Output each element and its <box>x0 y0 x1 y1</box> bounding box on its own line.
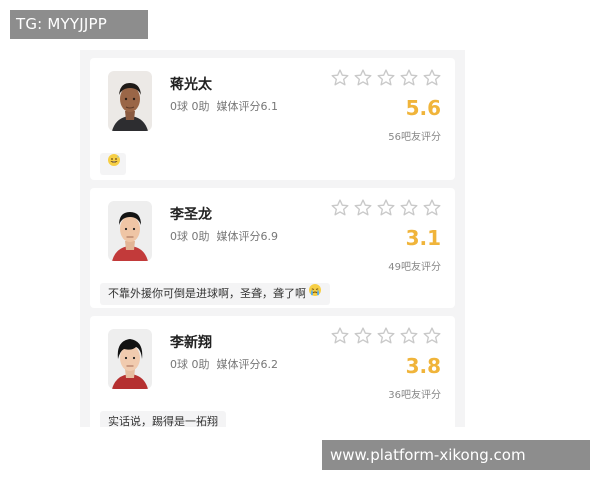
empty-star-icon[interactable] <box>399 198 419 218</box>
player-stats: 0球 0助 媒体评分6.2 <box>170 356 278 372</box>
top-comment[interactable] <box>100 153 126 175</box>
player-card[interactable]: 李新翔 0球 0助 媒体评分6.2 3.8 36吧友评分 实话说，踢得是一拓翔 <box>90 316 455 427</box>
empty-star-icon[interactable] <box>399 68 419 88</box>
empty-star-icon[interactable] <box>353 198 373 218</box>
watermark-bottom-right: www.platform-xikong.com <box>322 440 590 470</box>
watermark-top-left: TG: MYYJJPP <box>10 10 148 39</box>
comment-text: 不靠外援你可倒是进球啊，圣聋，聋了啊 <box>108 287 306 300</box>
player-card[interactable]: 蒋光太 0球 0助 媒体评分6.1 5.6 56吧友评分 <box>90 58 455 180</box>
empty-star-icon[interactable] <box>422 326 442 346</box>
player-card[interactable]: 李圣龙 0球 0助 媒体评分6.9 3.1 49吧友评分 不靠外援你可倒是进球啊… <box>90 188 455 308</box>
player-name: 李圣龙 <box>170 207 212 223</box>
crying-emoji-icon <box>308 283 322 305</box>
star-rating-input[interactable] <box>330 198 442 218</box>
star-rating-input[interactable] <box>330 326 442 346</box>
empty-star-icon[interactable] <box>330 326 350 346</box>
media-rating: 媒体评分6.9 <box>216 230 279 243</box>
empty-star-icon[interactable] <box>330 68 350 88</box>
media-rating: 媒体评分6.1 <box>216 100 279 113</box>
empty-star-icon[interactable] <box>376 68 396 88</box>
top-comment[interactable]: 不靠外援你可倒是进球啊，圣聋，聋了啊 <box>100 283 330 305</box>
empty-star-icon[interactable] <box>422 68 442 88</box>
avatar <box>108 201 152 261</box>
empty-star-icon[interactable] <box>422 198 442 218</box>
fan-rating-count: 49吧友评分 <box>388 262 441 273</box>
goals-assists: 0球 0助 <box>170 358 210 371</box>
empty-star-icon[interactable] <box>399 326 419 346</box>
player-stats: 0球 0助 媒体评分6.9 <box>170 228 278 244</box>
player-stats: 0球 0助 媒体评分6.1 <box>170 98 278 114</box>
avatar <box>108 329 152 389</box>
empty-star-icon[interactable] <box>353 326 373 346</box>
grinning-sweat-emoji-icon <box>107 153 121 175</box>
empty-star-icon[interactable] <box>376 326 396 346</box>
media-rating: 媒体评分6.2 <box>216 358 279 371</box>
fan-rating-count: 56吧友评分 <box>388 132 441 143</box>
top-comment[interactable]: 实话说，踢得是一拓翔 <box>100 411 226 427</box>
empty-star-icon[interactable] <box>353 68 373 88</box>
fan-score: 3.8 <box>405 354 441 378</box>
goals-assists: 0球 0助 <box>170 230 210 243</box>
player-name: 李新翔 <box>170 335 212 351</box>
player-rating-list: 蒋光太 0球 0助 媒体评分6.1 5.6 56吧友评分 李圣龙 0球 0助 媒… <box>80 50 465 427</box>
fan-score: 3.1 <box>405 226 441 250</box>
star-rating-input[interactable] <box>330 68 442 88</box>
comment-text: 实话说，踢得是一拓翔 <box>108 415 218 427</box>
fan-rating-count: 36吧友评分 <box>388 390 441 401</box>
goals-assists: 0球 0助 <box>170 100 210 113</box>
player-name: 蒋光太 <box>170 77 212 93</box>
fan-score: 5.6 <box>405 96 441 120</box>
avatar <box>108 71 152 131</box>
empty-star-icon[interactable] <box>330 198 350 218</box>
empty-star-icon[interactable] <box>376 198 396 218</box>
